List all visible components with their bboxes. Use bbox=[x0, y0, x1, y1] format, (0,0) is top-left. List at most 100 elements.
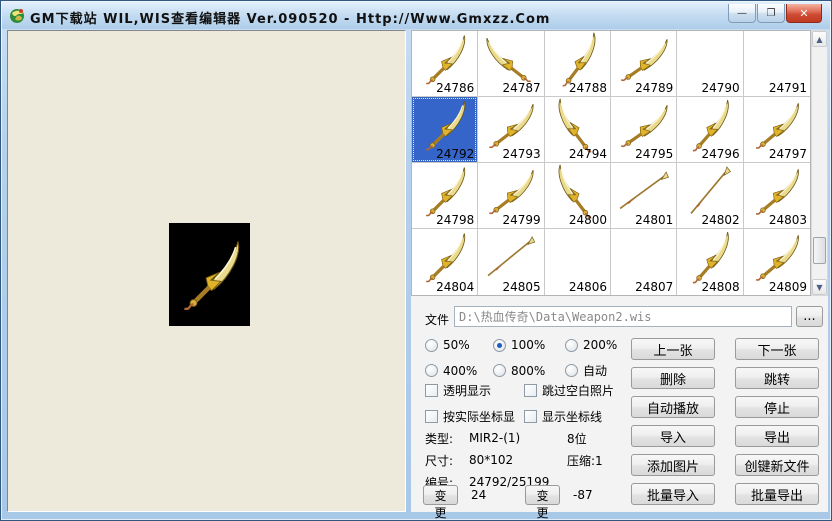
zoom-50-radio[interactable]: 50% bbox=[425, 338, 493, 352]
thumbnail-number: 24800 bbox=[569, 213, 607, 227]
thumbnail-cell-24790[interactable]: 24790 bbox=[677, 31, 743, 97]
show-coordinate-lines-checkbox[interactable]: 显示坐标线 bbox=[524, 408, 644, 425]
image-info: 类型: MIR2-(1) 8位 尺寸: 80*102 压缩:1 编号: 2479… bbox=[425, 427, 603, 493]
batch-import-button[interactable]: 批量导入 bbox=[631, 483, 715, 505]
size-value: 80*102 bbox=[469, 453, 567, 467]
thumbnail-number: 24804 bbox=[436, 280, 474, 294]
thumbnail-cell-24791[interactable]: 24791 bbox=[744, 31, 810, 97]
app-window: GM下载站 WIL,WIS查看编辑器 Ver.090520 - Http://W… bbox=[0, 0, 832, 521]
zoom-800-radio[interactable]: 800% bbox=[493, 362, 565, 379]
thumbnail-cell-24801[interactable]: 24801 bbox=[611, 163, 677, 229]
zoom-400-radio[interactable]: 400% bbox=[425, 362, 493, 379]
thumbnail-cell-24798[interactable]: 24798 bbox=[412, 163, 478, 229]
thumbnail-cell-24802[interactable]: 24802 bbox=[677, 163, 743, 229]
thumbnail-cell-24796[interactable]: 24796 bbox=[677, 97, 743, 163]
stop-button[interactable]: 停止 bbox=[735, 396, 819, 418]
radio-label: 自动 bbox=[583, 362, 607, 379]
checkbox-label: 显示坐标线 bbox=[542, 408, 602, 425]
thumbnail-cell-24805[interactable]: 24805 bbox=[478, 229, 544, 295]
thumbnail-cell-24808[interactable]: 24808 bbox=[677, 229, 743, 295]
file-path-input[interactable] bbox=[454, 306, 792, 327]
zoom-options: 50%100% 200% 400% 800% 自动 bbox=[425, 338, 635, 379]
add-image-button[interactable]: 添加图片 bbox=[631, 454, 715, 476]
thumbnail-number: 24796 bbox=[701, 147, 739, 161]
sword-sprite bbox=[415, 99, 473, 151]
spear-sprite bbox=[679, 163, 740, 219]
file-label: 文件 bbox=[425, 311, 449, 328]
preview-panel bbox=[7, 30, 406, 512]
jump-button[interactable]: 跳转 bbox=[735, 367, 819, 389]
change-y-button[interactable]: 变更 bbox=[525, 485, 560, 505]
app-icon bbox=[9, 7, 26, 24]
thumbnail-cell-24799[interactable]: 24799 bbox=[478, 163, 544, 229]
thumbnail-cell-24807[interactable]: 24807 bbox=[611, 229, 677, 295]
thumbnail-cell-24795[interactable]: 24795 bbox=[611, 97, 677, 163]
scroll-up-icon[interactable]: ▲ bbox=[812, 31, 827, 47]
thumbnail-number: 24786 bbox=[436, 81, 474, 95]
offset-controls: 变更 24 变更 -87 bbox=[423, 485, 617, 505]
scroll-down-icon[interactable]: ▼ bbox=[812, 279, 827, 295]
preview-image bbox=[169, 223, 250, 326]
thumbnail-cell-24797[interactable]: 24797 bbox=[744, 97, 810, 163]
sword-sprite bbox=[679, 97, 740, 153]
skip-blank-frames-checkbox[interactable]: 跳过空白照片 bbox=[524, 382, 644, 399]
batch-export-button[interactable]: 批量导出 bbox=[735, 483, 819, 505]
thumbnail-cell-24786[interactable]: 24786 bbox=[412, 31, 478, 97]
radio-label: 800% bbox=[511, 364, 545, 378]
import-button[interactable]: 导入 bbox=[631, 425, 715, 447]
spear-sprite bbox=[478, 228, 542, 287]
sword-sprite bbox=[544, 161, 609, 221]
export-button[interactable]: 导出 bbox=[735, 425, 819, 447]
window-controls: — ❐ ✕ bbox=[727, 4, 822, 23]
checkbox-icon bbox=[524, 384, 537, 397]
type-value: MIR2-(1) bbox=[469, 431, 567, 445]
radio-label: 200% bbox=[583, 338, 617, 352]
thumbnail-cell-24789[interactable]: 24789 bbox=[611, 31, 677, 97]
thumbnail-number: 24792 bbox=[436, 147, 474, 161]
thumbnail-number: 24806 bbox=[569, 280, 607, 294]
actual-coordinates-checkbox[interactable]: 按实际坐标显 bbox=[425, 408, 524, 425]
thumbnail-number: 24801 bbox=[635, 213, 673, 227]
prev-button[interactable]: 上一张 bbox=[631, 338, 715, 360]
thumbnail-number: 24803 bbox=[769, 213, 807, 227]
thumbnail-cell-24804[interactable]: 24804 bbox=[412, 229, 478, 295]
thumbnail-cell-24793[interactable]: 24793 bbox=[478, 97, 544, 163]
transparent-display-checkbox[interactable]: 透明显示 bbox=[425, 382, 524, 399]
sword-sprite bbox=[415, 231, 473, 283]
change-x-button[interactable]: 变更 bbox=[423, 485, 458, 505]
thumbnail-number: 24793 bbox=[502, 147, 540, 161]
next-button[interactable]: 下一张 bbox=[735, 338, 819, 360]
browse-button[interactable]: ... bbox=[796, 306, 823, 327]
create-file-button[interactable]: 创键新文件 bbox=[735, 454, 819, 476]
offset-x-value: 24 bbox=[471, 488, 515, 502]
checkbox-label: 透明显示 bbox=[443, 382, 491, 399]
delete-button[interactable]: 删除 bbox=[631, 367, 715, 389]
sword-sprite bbox=[478, 30, 542, 89]
thumbnail-number: 24788 bbox=[569, 81, 607, 95]
thumbnail-cell-24806[interactable]: 24806 bbox=[545, 229, 611, 295]
thumbnail-number: 24799 bbox=[502, 213, 540, 227]
action-buttons: 上一张下一张删除跳转自动播放停止导入导出添加图片创键新文件批量导入批量导出 bbox=[631, 338, 819, 505]
zoom-auto-radio[interactable]: 自动 bbox=[565, 362, 635, 379]
zoom-200-radio[interactable]: 200% bbox=[565, 338, 635, 352]
scrollbar[interactable]: ▲ ▼ bbox=[811, 30, 828, 296]
scrollbar-thumb[interactable] bbox=[813, 237, 826, 264]
thumbnail-cell-24803[interactable]: 24803 bbox=[744, 163, 810, 229]
thumbnail-number: 24791 bbox=[769, 81, 807, 95]
thumbnail-cell-24788[interactable]: 24788 bbox=[545, 31, 611, 97]
thumbnail-number: 24802 bbox=[701, 213, 739, 227]
minimize-button[interactable]: — bbox=[728, 4, 756, 23]
thumbnail-cell-24809[interactable]: 24809 bbox=[744, 229, 810, 295]
thumbnail-cell-24792[interactable]: 24792 bbox=[412, 97, 478, 163]
close-button[interactable]: ✕ bbox=[786, 4, 822, 23]
zoom-100-radio[interactable]: 100% bbox=[493, 338, 565, 352]
maximize-button[interactable]: ❐ bbox=[757, 4, 785, 23]
autoplay-button[interactable]: 自动播放 bbox=[631, 396, 715, 418]
thumbnail-number: 24789 bbox=[635, 81, 673, 95]
checkbox-label: 跳过空白照片 bbox=[542, 382, 614, 399]
thumbnail-cell-24800[interactable]: 24800 bbox=[545, 163, 611, 229]
thumbnail-cell-24787[interactable]: 24787 bbox=[478, 31, 544, 97]
thumbnail-number: 24797 bbox=[769, 147, 807, 161]
thumbnail-cell-24794[interactable]: 24794 bbox=[545, 97, 611, 163]
sword-sprite bbox=[544, 29, 609, 89]
